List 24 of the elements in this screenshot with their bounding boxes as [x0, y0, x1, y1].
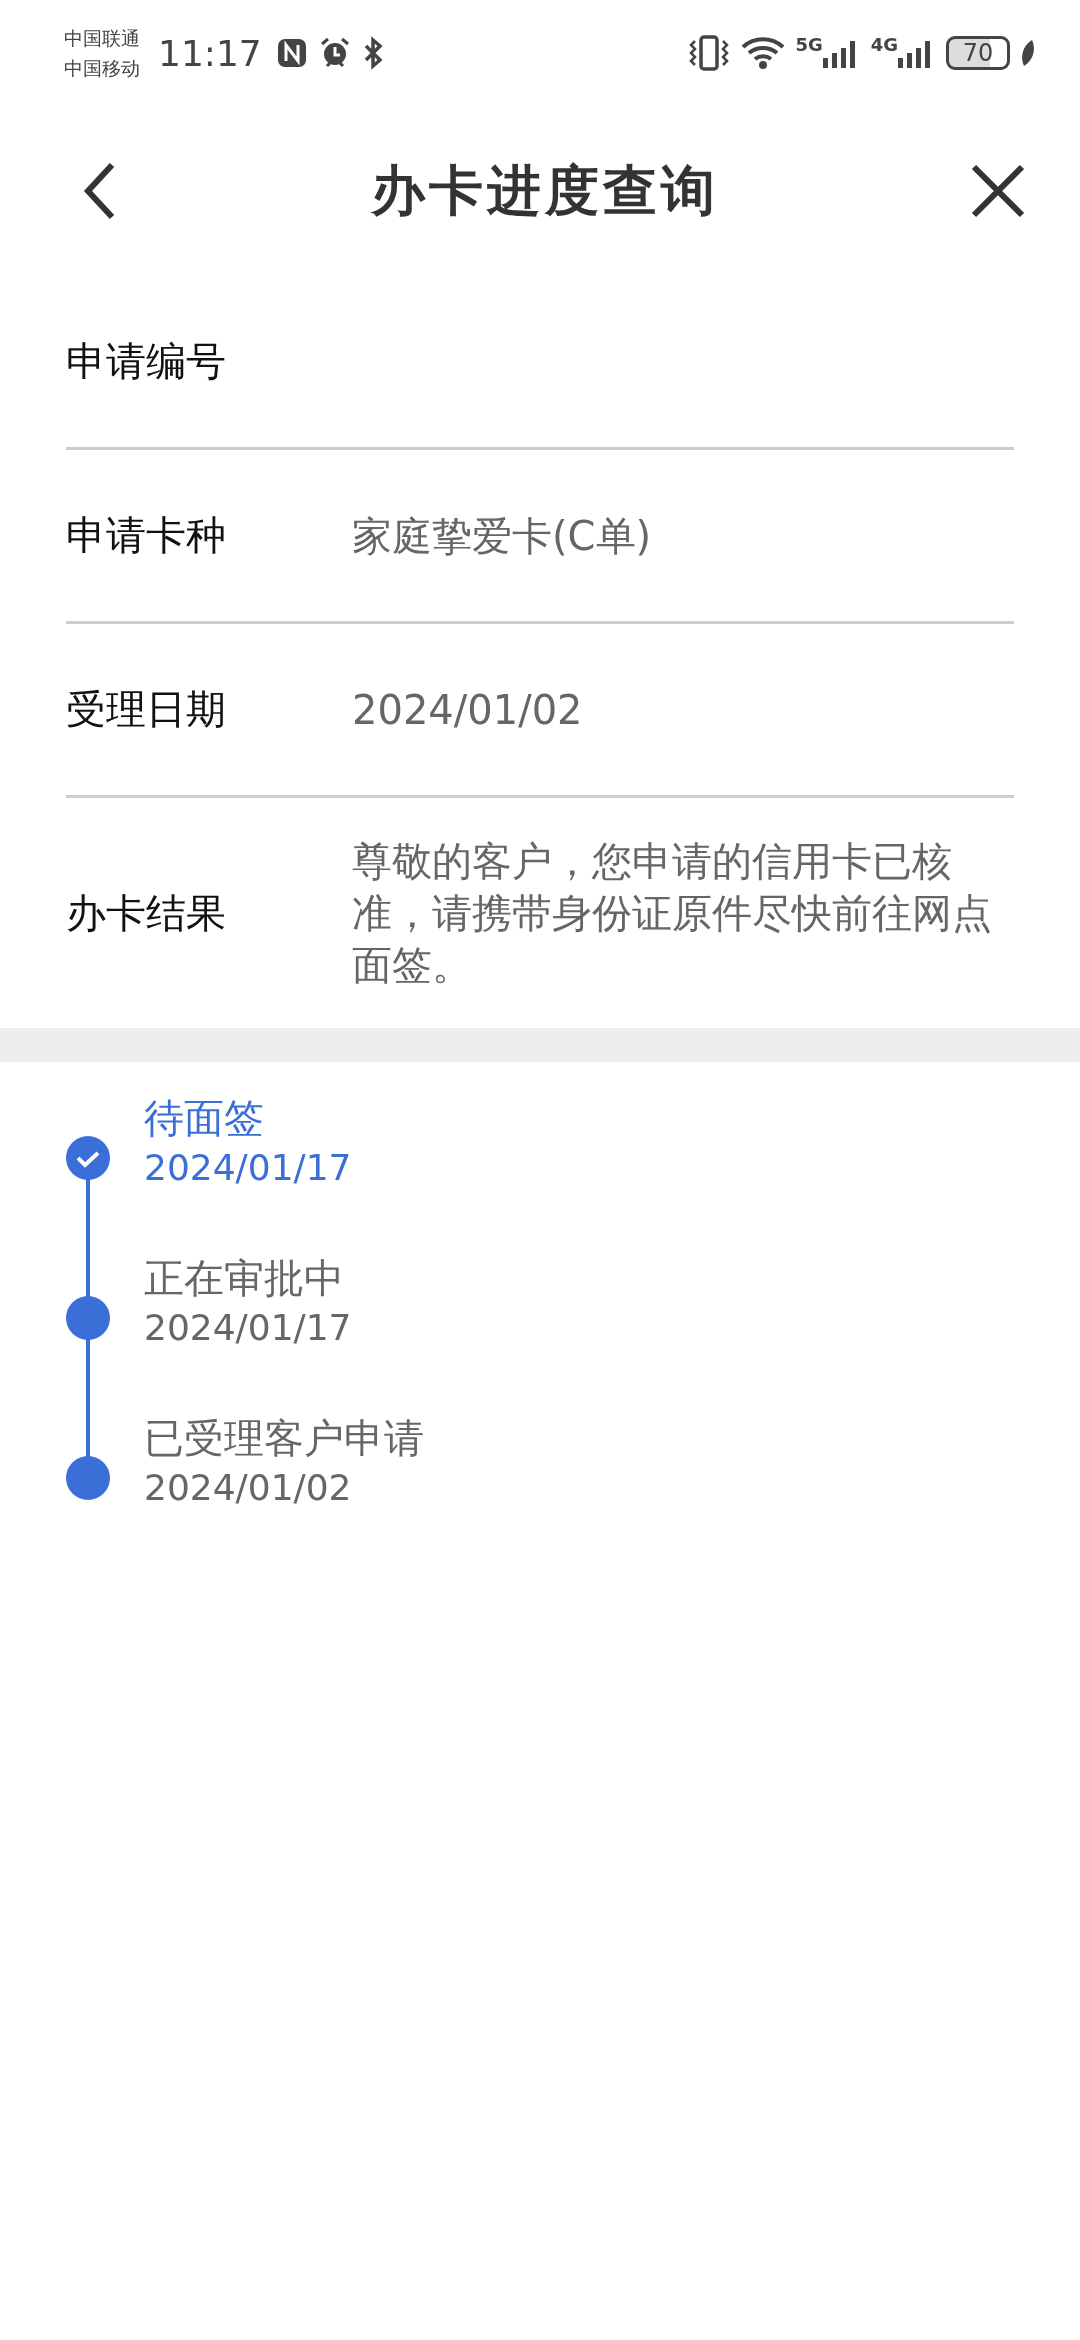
leaf-icon: [1020, 38, 1036, 68]
field-value: 2024/01/02: [352, 685, 584, 735]
field-label: 申请卡种: [66, 511, 227, 560]
page-title: 办卡进度查询: [371, 156, 719, 224]
step-date: 2024/01/17: [144, 1306, 352, 1350]
nfc-icon: [275, 37, 308, 69]
field-label: 办卡结果: [66, 888, 227, 938]
carrier-name: 中国移动: [64, 56, 140, 81]
step-title: 正在审批中: [144, 1254, 345, 1303]
step-title: 已受理客户申请: [144, 1414, 424, 1463]
field-label: 受理日期: [66, 685, 227, 734]
network-type: 4G: [870, 34, 898, 55]
carrier-name: 中国联通: [64, 26, 140, 51]
field-value: 家庭挚爱卡(C单): [352, 511, 653, 561]
battery-indicator: 70: [946, 36, 1010, 70]
clock-time: 11:17: [158, 32, 262, 74]
step-date: 2024/01/17: [144, 1146, 352, 1190]
network-type: 5G: [795, 34, 823, 55]
close-button[interactable]: [970, 163, 1026, 219]
field-value: 尊敬的客户，您申请的信用卡已核准，请携带身份证原件尽快前往网点面签。: [352, 837, 993, 990]
wifi-icon: [741, 35, 786, 71]
step-title: 待面签: [144, 1094, 265, 1143]
field-label: 申请编号: [66, 337, 227, 386]
step-date: 2024/01/02: [144, 1466, 353, 1510]
